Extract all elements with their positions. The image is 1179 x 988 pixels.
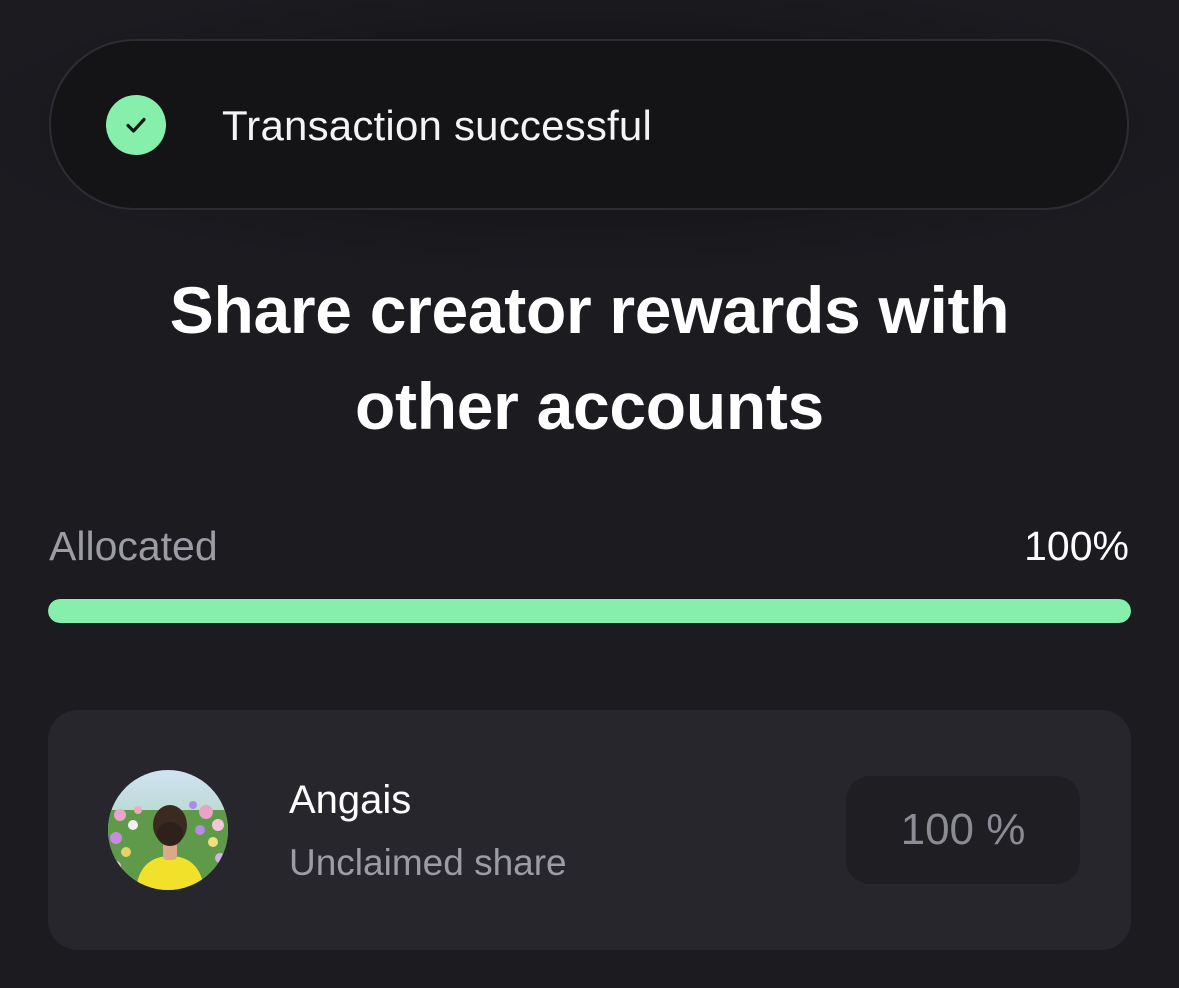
allocation-progress-fill xyxy=(48,599,1131,623)
allocated-value: 100% xyxy=(1024,523,1129,569)
page-title-line-2: other accounts xyxy=(355,369,824,443)
toast-message: Transaction successful xyxy=(222,102,653,149)
success-toast: Transaction successful xyxy=(49,39,1129,210)
avatar xyxy=(108,770,228,890)
account-name: Angais xyxy=(289,778,412,822)
account-subtitle: Unclaimed share xyxy=(289,842,567,883)
share-percentage-input[interactable] xyxy=(846,776,1080,884)
allocation-progress-bar xyxy=(48,599,1131,623)
share-percentage-field[interactable] xyxy=(846,776,1080,884)
page-title-line-1: Share creator rewards with xyxy=(169,273,1010,347)
page-title: Share creator rewards with other account… xyxy=(60,262,1119,454)
account-card[interactable]: Angais Unclaimed share xyxy=(48,710,1131,950)
allocated-label: Allocated xyxy=(49,523,218,569)
check-icon xyxy=(106,95,166,155)
